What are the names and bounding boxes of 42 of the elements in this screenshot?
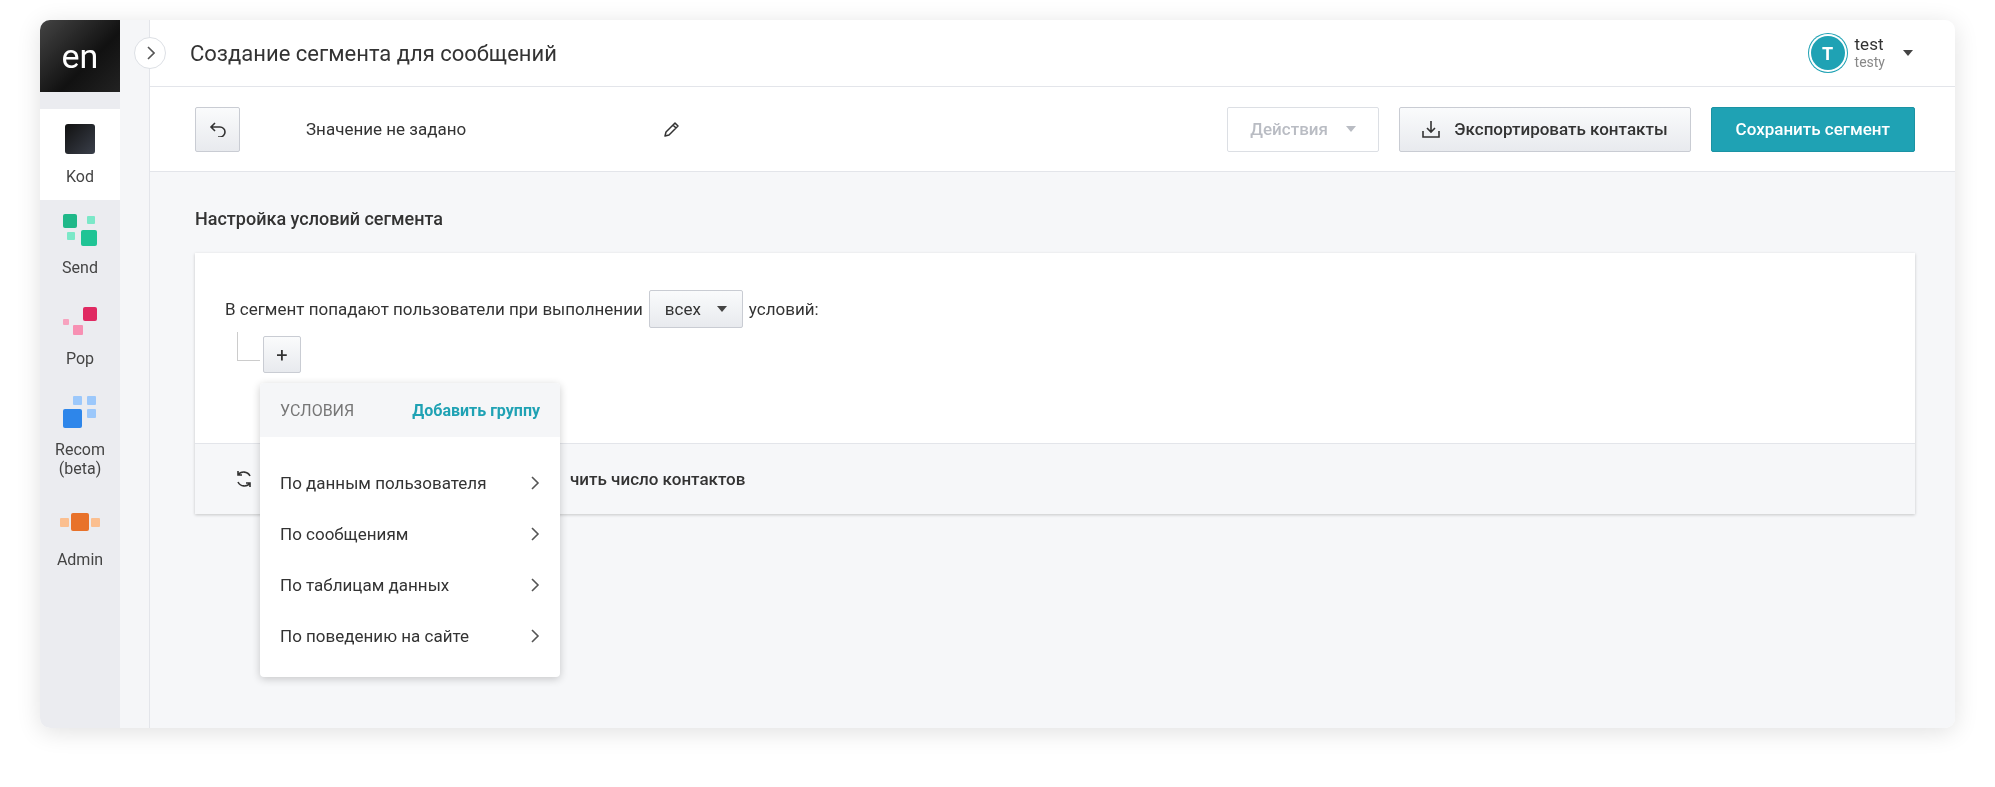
chevron-icon xyxy=(530,474,540,491)
section-title: Настройка условий сегмента xyxy=(195,207,444,229)
match-select[interactable]: всех xyxy=(648,290,743,328)
chevron-icon xyxy=(530,627,540,644)
caret-icon xyxy=(1903,50,1913,56)
menu-item[interactable]: По таблицам данных xyxy=(260,559,560,610)
menu-item[interactable]: По сообщениям xyxy=(260,508,560,559)
squares-icon xyxy=(63,396,97,428)
user-name: test xyxy=(1854,35,1885,53)
logo: en xyxy=(40,20,120,92)
caret-icon xyxy=(1346,126,1357,132)
pencil-icon[interactable] xyxy=(663,120,681,138)
page-title: Создание сегмента для сообщений xyxy=(190,40,558,66)
rule-text: условий: xyxy=(748,299,819,319)
export-button[interactable]: Экспортировать контакты xyxy=(1399,106,1691,152)
count-link[interactable]: чить число контактов xyxy=(570,469,746,489)
menu-item[interactable]: По данным пользователя xyxy=(260,457,560,508)
back-button[interactable] xyxy=(195,106,240,152)
avatar: T xyxy=(1810,36,1845,70)
tree-line xyxy=(237,332,260,361)
sidebar-item[interactable]: Kod xyxy=(40,109,120,200)
caret-icon xyxy=(716,306,727,312)
sidebar-item[interactable]: Send xyxy=(40,200,120,291)
chevron-icon xyxy=(530,525,540,542)
sidebar-item[interactable]: Recom (beta) xyxy=(40,382,120,492)
squares-icon xyxy=(63,305,97,337)
chevron-icon xyxy=(530,576,540,593)
user-menu[interactable]: T test testy xyxy=(1810,35,1913,71)
square-icon xyxy=(65,123,95,155)
sidebar-item[interactable]: Admin xyxy=(40,492,120,583)
rule-text: В сегмент попадают пользователи при выполнении xyxy=(225,299,643,319)
sidebar-item[interactable]: Pop xyxy=(40,291,120,382)
menu-item[interactable]: По поведению на сайте xyxy=(260,610,560,661)
user-login: testy xyxy=(1854,53,1885,71)
squares-icon xyxy=(63,214,97,246)
download-icon xyxy=(1422,120,1441,138)
menu-title: УСЛОВИЯ xyxy=(280,400,355,420)
chevron-icon xyxy=(145,45,155,61)
refresh-icon[interactable] xyxy=(235,470,253,488)
add-condition-button[interactable]: + xyxy=(263,336,301,373)
undo-icon xyxy=(208,121,227,137)
segment-name: Значение не задано xyxy=(306,119,468,139)
